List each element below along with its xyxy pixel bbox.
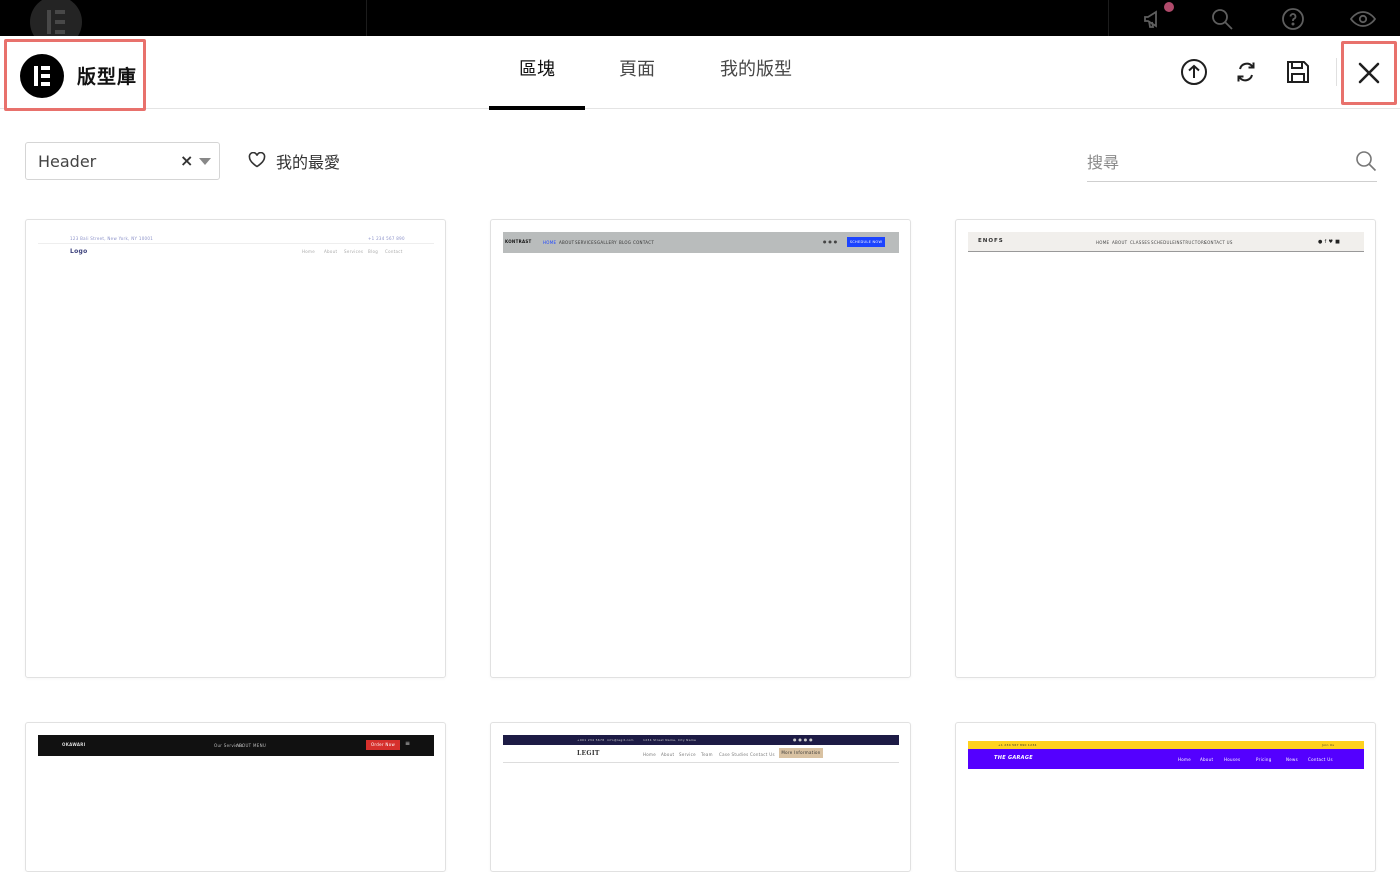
preview-nav: Services: [344, 249, 364, 254]
template-card[interactable]: +001 234 5678 info@legit.com 1234 Street…: [490, 722, 911, 872]
library-header: 版型庫 區塊 頁面 我的版型: [0, 36, 1400, 111]
template-card[interactable]: 123 Bali Street, New York, NY 10001 +1 2…: [25, 219, 446, 678]
preview-text: Join Us: [1322, 743, 1335, 747]
preview-logo: THE GARAGE: [994, 755, 1033, 761]
notification-dot: [1164, 2, 1174, 12]
search-icon[interactable]: [1355, 150, 1377, 172]
preview-nav: Pricing: [1256, 757, 1272, 762]
preview-nav: Home: [1178, 757, 1192, 762]
editor-top-bar: [0, 0, 1400, 48]
tab-my-templates[interactable]: 我的版型: [705, 36, 807, 109]
template-preview-nav: LEGIT Home About Service Team Case Studi…: [503, 745, 899, 763]
preview-nav: Blog: [368, 249, 379, 254]
preview-logo: Logo: [70, 248, 88, 255]
elementor-logo-icon: [20, 54, 64, 98]
template-preview: KONTRAST HOME ABOUT SERVICES GALLERY BLO…: [503, 232, 899, 253]
template-card[interactable]: OKAWARI Our Services ABOUT MENU Order No…: [25, 722, 446, 872]
search-icon[interactable]: [1210, 7, 1234, 31]
preview-nav: HOME: [543, 240, 557, 245]
template-preview: ENOFS HOME ABOUT CLASSES SCHEDULE INSTRU…: [968, 232, 1364, 252]
preview-nav: SCHEDULE: [1151, 240, 1176, 245]
help-icon[interactable]: [1281, 7, 1305, 31]
template-preview: +001 234 5678 info@legit.com 1234 Street…: [503, 735, 899, 745]
close-icon: [1358, 62, 1380, 84]
template-card[interactable]: KONTRAST HOME ABOUT SERVICES GALLERY BLO…: [490, 219, 911, 678]
sync-icon[interactable]: [1232, 58, 1260, 86]
preview-logo: ENOFS: [978, 238, 1004, 244]
preview-text: +1 234 567 890: [368, 236, 405, 241]
heart-icon: [248, 152, 266, 168]
category-select[interactable]: Header ×: [25, 142, 220, 180]
preview-nav: INSTRUCTORS: [1175, 240, 1207, 245]
preview-cta: More Information: [779, 748, 823, 758]
preview-logo: KONTRAST: [505, 239, 532, 244]
preview-nav: Contact: [385, 249, 403, 254]
library-brand: 版型庫: [4, 39, 146, 111]
search-input[interactable]: [1087, 148, 1337, 176]
template-preview: OKAWARI Our Services ABOUT MENU Order No…: [38, 735, 434, 756]
preview-nav: HOME: [1096, 240, 1110, 245]
preview-nav: About: [1200, 757, 1214, 762]
preview-nav: SERVICES: [575, 240, 597, 245]
preview-text: info@legit.com: [607, 738, 634, 742]
preview-nav: GALLERY: [597, 240, 617, 245]
preview-nav: Team: [701, 752, 713, 757]
preview-nav: Contact Us: [1308, 757, 1333, 762]
preview-logo: OKAWARI: [62, 742, 86, 747]
category-value: Header: [38, 152, 97, 171]
preview-nav: News: [1286, 757, 1299, 762]
preview-cta: Order Now: [366, 740, 400, 750]
megaphone-icon[interactable]: [1142, 7, 1166, 31]
preview-nav: About: [661, 752, 675, 757]
preview-nav: Contact Us: [750, 752, 775, 757]
template-preview: +1 234 567 890 1234 Join Us: [968, 741, 1364, 749]
preview-text: 1234 Street Name, City Name: [643, 738, 697, 742]
clear-icon[interactable]: ×: [180, 151, 193, 170]
close-button[interactable]: [1341, 41, 1397, 105]
preview-nav: ABOUT: [559, 240, 575, 245]
preview-cta: SCHEDULE NOW: [847, 237, 885, 247]
preview-text: 123 Bali Street, New York, NY 10001: [70, 236, 154, 241]
preview-nav: CONTACT US: [1204, 240, 1233, 245]
preview-nav: Home: [302, 249, 316, 254]
template-preview-nav: THE GARAGE Home About Houses Pricing New…: [968, 749, 1364, 769]
library-title: 版型庫: [77, 66, 138, 88]
upload-icon[interactable]: [1180, 58, 1208, 86]
preview-nav: Service: [679, 752, 696, 757]
template-card[interactable]: ENOFS HOME ABOUT CLASSES SCHEDULE INSTRU…: [955, 219, 1376, 678]
template-card[interactable]: +1 234 567 890 1234 Join Us THE GARAGE H…: [955, 722, 1376, 872]
preview-nav: ABOUT: [1112, 240, 1128, 245]
chevron-down-icon[interactable]: [199, 158, 211, 165]
tab-pages[interactable]: 頁面: [605, 36, 669, 109]
preview-nav: Houses: [1224, 757, 1241, 762]
preview-text: +1 234 567 890 1234: [998, 743, 1037, 747]
divider: [1336, 58, 1337, 86]
save-icon[interactable]: [1284, 58, 1312, 86]
preview-nav: About: [324, 249, 338, 254]
preview-logo: LEGIT: [577, 750, 600, 757]
preview-nav: CLASSES: [1130, 240, 1151, 245]
tab-blocks[interactable]: 區塊: [489, 36, 585, 110]
preview-nav: Case Studies: [719, 752, 749, 757]
eye-icon[interactable]: [1349, 7, 1377, 31]
preview-nav: Home: [643, 752, 657, 757]
preview-nav: ABOUT MENU: [236, 743, 267, 748]
preview-nav: BLOG: [619, 240, 632, 245]
preview-text: +001 234 5678: [577, 738, 605, 742]
search-box: [1087, 144, 1377, 182]
preview-nav: CONTACT: [633, 240, 655, 245]
favorites-label: 我的最愛: [276, 153, 341, 172]
template-preview: 123 Bali Street, New York, NY 10001 +1 2…: [38, 234, 434, 264]
